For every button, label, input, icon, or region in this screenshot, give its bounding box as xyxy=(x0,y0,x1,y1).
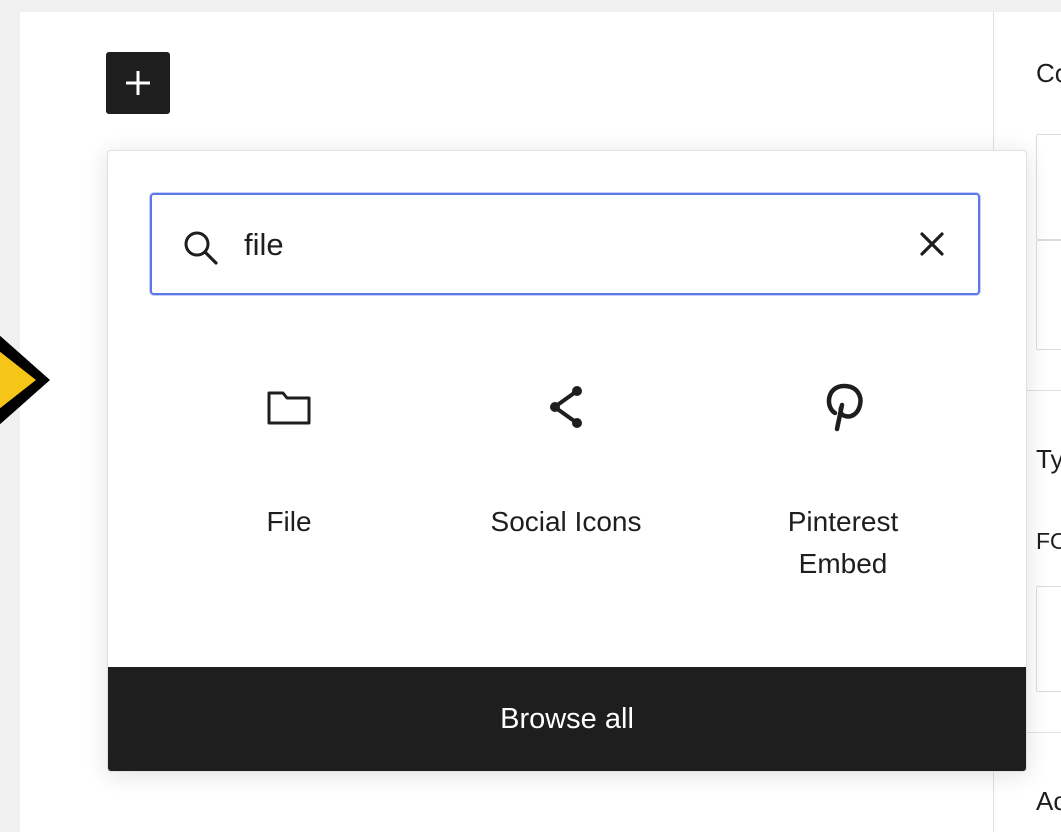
sidebar-heading-3: FO xyxy=(1036,528,1061,554)
search-icon xyxy=(184,231,218,265)
sidebar-heading-1: Co xyxy=(1036,58,1061,88)
search-input[interactable] xyxy=(244,217,884,273)
block-result-pinterest-embed[interactable]: Pinterest Embed xyxy=(728,377,958,587)
clear-search-button[interactable] xyxy=(908,220,956,268)
sidebar-heading-4: Ac xyxy=(1036,786,1061,816)
block-result-label: Social Icons xyxy=(490,506,642,537)
pointer-arrow-icon xyxy=(0,335,50,425)
plus-icon xyxy=(126,71,150,95)
browse-all-button[interactable]: Browse all xyxy=(108,667,1026,771)
search-box xyxy=(150,193,980,295)
share-icon xyxy=(550,386,582,428)
block-result-social-icons[interactable]: Social Icons xyxy=(451,377,681,587)
block-inserter-toggle-button[interactable] xyxy=(106,52,170,114)
sidebar-field-2[interactable] xyxy=(1036,240,1061,350)
block-result-label: File xyxy=(266,506,312,537)
sidebar-field-1[interactable] xyxy=(1036,134,1061,240)
block-result-label: Pinterest Embed xyxy=(787,506,899,579)
close-icon xyxy=(920,232,944,256)
block-result-file[interactable]: File xyxy=(174,377,404,587)
sidebar-heading-2: Ty xyxy=(1036,444,1061,474)
folder-icon xyxy=(267,391,311,425)
block-inserter-popover: File Social Icons Pinterest Embed Browse… xyxy=(107,150,1027,772)
sidebar-field-3[interactable] xyxy=(1036,586,1061,692)
pinterest-icon xyxy=(826,383,863,432)
